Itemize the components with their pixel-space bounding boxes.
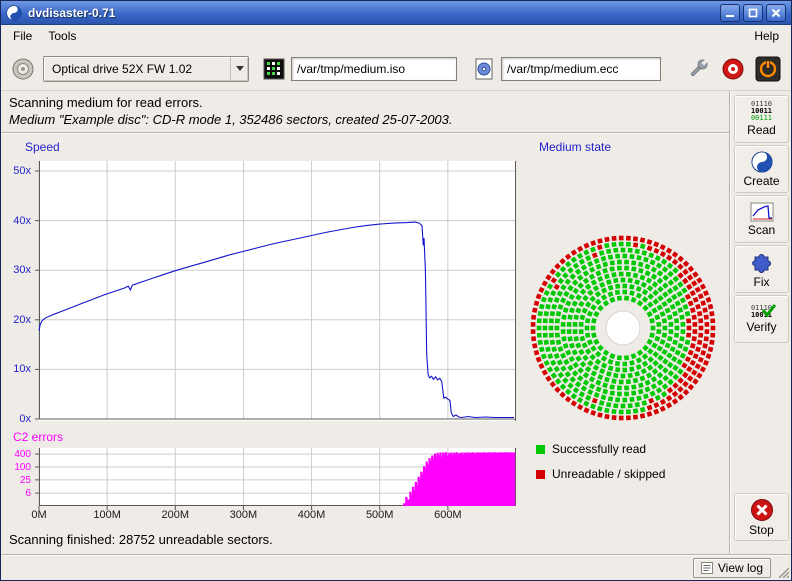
tick-label: 30x — [13, 264, 31, 276]
statusbar: View log — [1, 556, 791, 580]
fix-button-label: Fix — [754, 275, 770, 289]
tick-label: 0M — [17, 509, 61, 521]
log-icon — [701, 562, 713, 574]
scan-chart-icon — [750, 202, 774, 222]
create-button-label: Create — [743, 174, 779, 188]
menu-file[interactable]: File — [5, 26, 40, 46]
tick-label: 10x — [13, 363, 31, 375]
minimize-button[interactable] — [720, 4, 740, 22]
tick-label: 20x — [13, 314, 31, 326]
legend-success-label: Successfully read — [552, 442, 646, 456]
medium-state-title: Medium state — [539, 140, 611, 154]
speed-chart-title: Speed — [25, 140, 60, 154]
close-icon — [771, 8, 781, 18]
verify-icon: 01110 10011 — [751, 305, 772, 319]
tick-label: 6 — [25, 488, 31, 499]
wrench-icon — [685, 56, 711, 82]
read-button-label: Read — [747, 123, 776, 137]
legend-swatch-success — [536, 445, 545, 454]
speed-y-axis: 0x10x20x30x40x50x — [1, 161, 35, 421]
tick-label: 100M — [85, 509, 129, 521]
drive-selector[interactable]: Optical drive 52X FW 1.02 — [43, 56, 249, 82]
c2-y-axis: 6 25 100 400 — [1, 448, 35, 506]
legend-unreadable-label: Unreadable / skipped — [552, 467, 665, 481]
close-button[interactable] — [766, 4, 786, 22]
tick-label: 25 — [20, 475, 31, 486]
tick-label: 100 — [14, 462, 31, 473]
resize-grip[interactable] — [776, 565, 789, 578]
drive-status-icon — [11, 57, 35, 81]
minimize-icon — [725, 8, 735, 18]
maximize-button[interactable] — [743, 4, 763, 22]
power-icon — [755, 56, 781, 82]
speed-chart — [39, 161, 516, 421]
scan-button-label: Scan — [748, 223, 775, 237]
fix-button[interactable]: Fix — [734, 245, 789, 293]
stop-icon — [750, 498, 774, 522]
legend-success: Successfully read — [536, 442, 646, 456]
sidebar-separator — [729, 91, 731, 554]
toolbar: Optical drive 52X FW 1.02 — [1, 47, 791, 91]
tick-label: 40x — [13, 215, 31, 227]
scan-button[interactable]: Scan — [734, 195, 789, 243]
legend-swatch-unreadable — [536, 470, 545, 479]
app-logo-icon — [6, 5, 22, 21]
scan-result-message: Scanning finished: 28752 unreadable sect… — [9, 532, 273, 547]
yin-yang-icon — [751, 151, 773, 173]
stop-button-label: Stop — [749, 523, 774, 537]
preferences-button[interactable] — [685, 56, 711, 82]
ecc-file-input[interactable] — [501, 57, 661, 81]
window-title: dvdisaster-0.71 — [28, 6, 115, 20]
verify-button[interactable]: 01110 10011 Verify — [734, 295, 789, 343]
medium-info: Medium "Example disc": CD-R mode 1, 3524… — [9, 112, 453, 127]
menubar: File Tools Help — [1, 25, 791, 47]
chevron-down-icon — [230, 57, 248, 81]
help-icon — [721, 57, 745, 81]
tick-label: 400 — [14, 449, 31, 460]
check-icon — [761, 303, 777, 317]
stop-button[interactable]: Stop — [734, 493, 789, 541]
read-button[interactable]: 01110 10011 00111 Read — [734, 95, 789, 143]
menu-tools[interactable]: Tools — [40, 26, 84, 46]
status-heading: Scanning medium for read errors. — [9, 95, 203, 110]
create-button[interactable]: Create — [734, 145, 789, 193]
c2-bars — [403, 452, 515, 506]
tick-label: 200M — [153, 509, 197, 521]
image-file-icon — [263, 58, 285, 80]
puzzle-icon — [750, 250, 774, 274]
medium-state-disc — [528, 233, 718, 423]
c2-errors-title: C2 errors — [13, 430, 63, 444]
image-file-input[interactable] — [291, 57, 457, 81]
maximize-icon — [748, 8, 758, 18]
x-axis: 0M100M200M300M400M500M600M — [39, 509, 516, 523]
tick-label: 0x — [19, 413, 31, 425]
help-button[interactable] — [721, 57, 745, 81]
legend-unreadable: Unreadable / skipped — [536, 467, 665, 481]
quit-button[interactable] — [755, 56, 781, 82]
verify-button-label: Verify — [746, 320, 776, 334]
view-log-button[interactable]: View log — [693, 558, 771, 578]
app-window: dvdisaster-0.71 File Tools Help — [0, 0, 792, 581]
view-log-label: View log — [718, 561, 763, 575]
titlebar[interactable]: dvdisaster-0.71 — [1, 1, 791, 25]
tick-label: 500M — [358, 509, 402, 521]
tick-label: 600M — [426, 509, 470, 521]
tick-label: 400M — [290, 509, 334, 521]
drive-selector-value: Optical drive 52X FW 1.02 — [44, 62, 230, 76]
menu-help[interactable]: Help — [746, 26, 787, 46]
binary-read-icon: 01110 10011 00111 — [751, 101, 772, 122]
ecc-file-icon — [473, 58, 495, 80]
tick-label: 300M — [221, 509, 265, 521]
c2-errors-chart — [39, 448, 516, 506]
header-separator — [1, 132, 730, 134]
tick-label: 50x — [13, 165, 31, 177]
